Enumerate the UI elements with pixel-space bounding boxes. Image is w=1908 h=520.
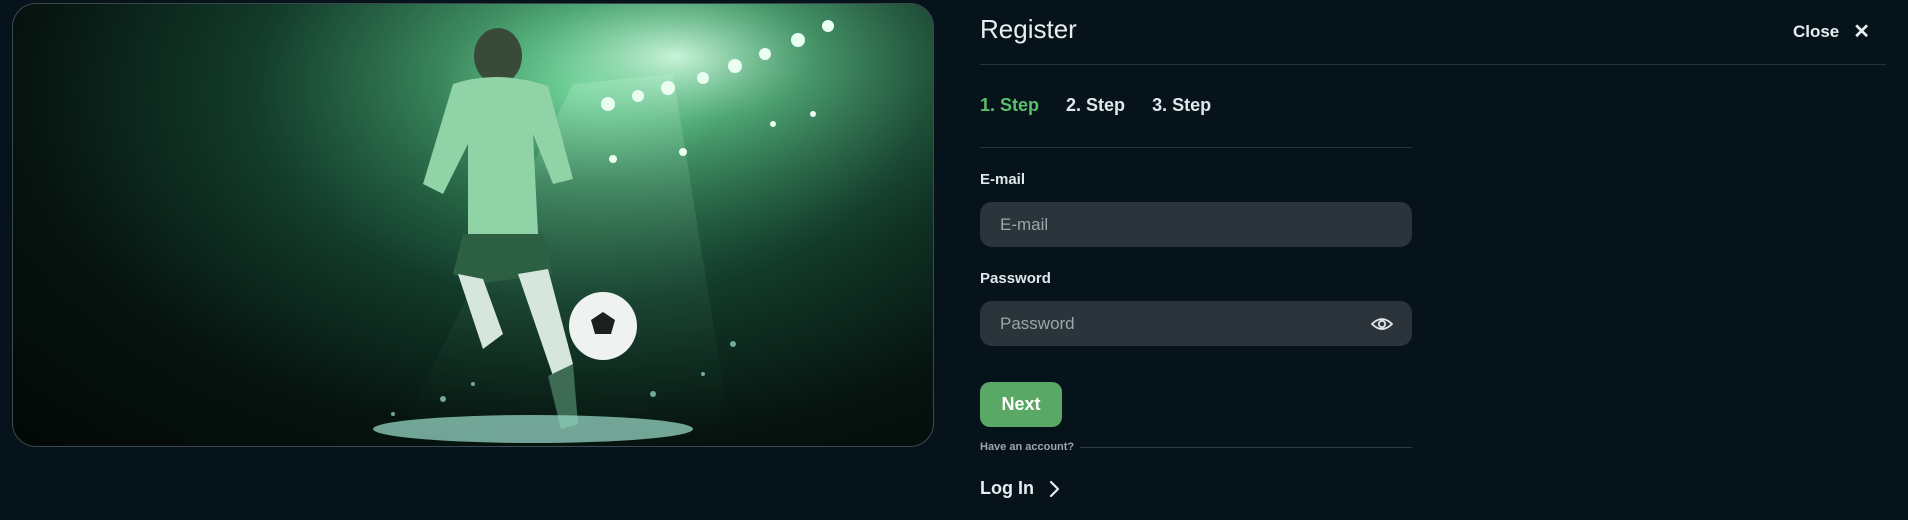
close-button[interactable]: Close ✕ bbox=[1793, 22, 1870, 42]
eye-icon[interactable] bbox=[1370, 312, 1394, 336]
login-link[interactable]: Log In bbox=[980, 478, 1060, 499]
password-label: Password bbox=[980, 270, 1051, 287]
close-icon: ✕ bbox=[1853, 21, 1870, 43]
chevron-right-icon bbox=[1049, 480, 1060, 497]
close-label: Close bbox=[1792, 22, 1840, 41]
header-divider bbox=[980, 64, 1886, 65]
email-field[interactable] bbox=[998, 213, 1394, 236]
page-title: Register bbox=[980, 14, 1077, 44]
login-label: Log In bbox=[980, 478, 1034, 498]
have-account-divider bbox=[1080, 447, 1412, 448]
step-1[interactable]: 1. Step bbox=[980, 95, 1039, 116]
soccer-player-illustration bbox=[13, 4, 933, 446]
password-field[interactable] bbox=[998, 312, 1370, 335]
password-field-wrapper bbox=[980, 301, 1412, 346]
step-indicator: 1. Step 2. Step 3. Step bbox=[980, 95, 1211, 116]
email-label: E-mail bbox=[980, 171, 1026, 188]
email-field-wrapper bbox=[980, 202, 1412, 247]
hero-image bbox=[12, 3, 934, 447]
register-panel: Register Close ✕ 1. Step 2. Step 3. Step… bbox=[980, 0, 1886, 520]
have-account-text: Have an account? bbox=[980, 441, 1075, 453]
steps-divider bbox=[980, 147, 1412, 148]
step-3[interactable]: 3. Step bbox=[1152, 95, 1211, 116]
next-button[interactable]: Next bbox=[980, 382, 1062, 427]
step-2[interactable]: 2. Step bbox=[1066, 95, 1125, 116]
